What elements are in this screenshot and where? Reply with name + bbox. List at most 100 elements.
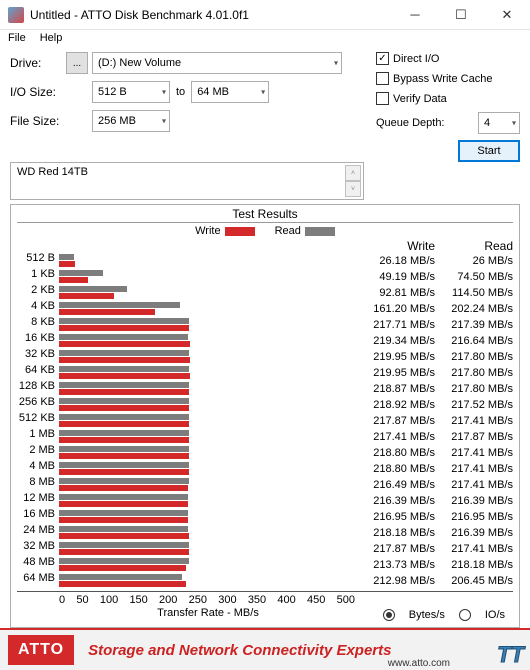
drive-browse-button[interactable]: ...	[66, 52, 88, 74]
io-size-from-select[interactable]: 512 B ▾	[92, 81, 170, 103]
chevron-down-icon: ▾	[162, 117, 166, 126]
read-bar	[59, 478, 189, 484]
read-bar	[59, 366, 189, 372]
write-column: Write 26.18 MB/s49.19 MB/s92.81 MB/s161.…	[357, 239, 435, 589]
chart-row	[59, 557, 357, 573]
chart-row	[59, 509, 357, 525]
chart-row	[59, 445, 357, 461]
read-bar	[59, 462, 189, 468]
chart-row	[59, 317, 357, 333]
chart-row-label: 32 MB	[17, 541, 55, 557]
chart-row-label: 16 MB	[17, 509, 55, 525]
chart-row	[59, 285, 357, 301]
bypass-cache-checkbox[interactable]	[376, 72, 389, 85]
write-value: 217.87 MB/s	[357, 541, 435, 557]
chart-bars	[59, 239, 357, 589]
read-value: 216.95 MB/s	[435, 509, 513, 525]
file-size-label: File Size:	[10, 114, 66, 128]
write-column-header: Write	[357, 239, 435, 253]
chart-row-label: 48 MB	[17, 557, 55, 573]
description-input[interactable]: WD Red 14TB ˄ ˅	[10, 162, 364, 200]
write-value: 219.95 MB/s	[357, 349, 435, 365]
file-size-select[interactable]: 256 MB ▾	[92, 110, 170, 132]
chart-row-label: 4 KB	[17, 301, 55, 317]
write-bar	[59, 549, 189, 555]
write-value: 217.71 MB/s	[357, 317, 435, 333]
x-tick: 0	[59, 594, 65, 606]
menu-help[interactable]: Help	[40, 32, 63, 44]
read-column: Read 26 MB/s74.50 MB/s114.50 MB/s202.24 …	[435, 239, 513, 589]
write-value: 219.95 MB/s	[357, 365, 435, 381]
chevron-down-icon: ▾	[261, 88, 265, 97]
write-value: 49.19 MB/s	[357, 269, 435, 285]
maximize-button[interactable]: ☐	[438, 0, 484, 30]
write-bar	[59, 325, 189, 331]
chart-legend: Write Read	[17, 225, 513, 237]
app-icon	[8, 7, 24, 23]
direct-io-checkbox[interactable]: ✓	[376, 52, 389, 65]
chart-row-label: 12 MB	[17, 493, 55, 509]
read-column-header: Read	[435, 239, 513, 253]
write-value: 216.39 MB/s	[357, 493, 435, 509]
chart-row	[59, 397, 357, 413]
read-value: 217.80 MB/s	[435, 365, 513, 381]
chart-row-label: 512 KB	[17, 413, 55, 429]
ios-label: IO/s	[485, 609, 505, 621]
read-value: 216.39 MB/s	[435, 493, 513, 509]
chart-row-label: 256 KB	[17, 397, 55, 413]
write-value: 212.98 MB/s	[357, 573, 435, 589]
write-bar	[59, 437, 189, 443]
read-bar	[59, 254, 74, 260]
ios-radio[interactable]	[459, 609, 471, 621]
verify-data-checkbox[interactable]	[376, 92, 389, 105]
minimize-button[interactable]: ─	[392, 0, 438, 30]
write-value: 216.95 MB/s	[357, 509, 435, 525]
x-tick: 350	[248, 594, 266, 606]
title-bar: Untitled - ATTO Disk Benchmark 4.01.0f1 …	[0, 0, 530, 30]
x-tick: 450	[307, 594, 325, 606]
x-tick: 300	[218, 594, 236, 606]
write-value: 218.92 MB/s	[357, 397, 435, 413]
close-button[interactable]: ✕	[484, 0, 530, 30]
io-size-to-select[interactable]: 64 MB ▾	[191, 81, 269, 103]
chart-x-label: Transfer Rate - MB/s	[59, 607, 357, 623]
read-bar	[59, 430, 189, 436]
chart-row	[59, 269, 357, 285]
spin-up-icon[interactable]: ˄	[345, 165, 361, 181]
io-to-value: 64 MB	[197, 86, 229, 98]
write-bar	[59, 389, 189, 395]
read-value: 217.41 MB/s	[435, 541, 513, 557]
spin-down-icon[interactable]: ˅	[345, 181, 361, 197]
chart-row	[59, 461, 357, 477]
footer-url: www.atto.com	[388, 658, 450, 669]
x-tick: 500	[337, 594, 355, 606]
menu-file[interactable]: File	[8, 32, 26, 44]
chart-row	[59, 333, 357, 349]
read-value: 202.24 MB/s	[435, 301, 513, 317]
start-button[interactable]: Start	[458, 140, 520, 162]
chart-row	[59, 541, 357, 557]
write-value: 219.34 MB/s	[357, 333, 435, 349]
file-size-value: 256 MB	[98, 115, 136, 127]
direct-io-label: Direct I/O	[393, 53, 439, 65]
chart-row	[59, 381, 357, 397]
x-tick: 250	[189, 594, 207, 606]
read-value: 217.80 MB/s	[435, 349, 513, 365]
write-value: 218.18 MB/s	[357, 525, 435, 541]
chart-row-label: 128 KB	[17, 381, 55, 397]
io-to-label: to	[170, 86, 191, 98]
write-bar	[59, 485, 188, 491]
queue-depth-value: 4	[484, 117, 490, 129]
bypass-cache-label: Bypass Write Cache	[393, 73, 492, 85]
queue-depth-select[interactable]: 4 ▾	[478, 112, 520, 134]
read-value: 217.41 MB/s	[435, 477, 513, 493]
drive-select[interactable]: (D:) New Volume ▾	[92, 52, 342, 74]
start-label: Start	[477, 145, 500, 157]
read-value: 74.50 MB/s	[435, 269, 513, 285]
chart-row	[59, 301, 357, 317]
bytes-radio[interactable]	[383, 609, 395, 621]
chart-row	[59, 253, 357, 269]
chart-row-label: 1 KB	[17, 269, 55, 285]
chart-row-label: 64 MB	[17, 573, 55, 589]
write-bar	[59, 341, 190, 347]
